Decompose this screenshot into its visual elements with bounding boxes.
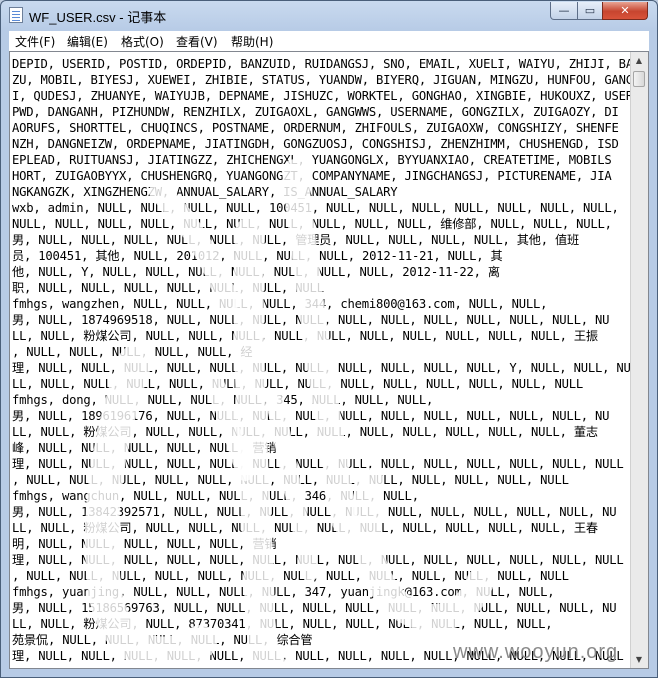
minimize-button[interactable]: — bbox=[550, 2, 578, 20]
window-title: WF_USER.csv - 记事本 bbox=[29, 10, 167, 25]
menu-file[interactable]: 文件(F) bbox=[15, 33, 55, 50]
menu-edit[interactable]: 编辑(E) bbox=[67, 33, 108, 50]
menu-format[interactable]: 格式(O) bbox=[121, 33, 164, 50]
text-editor-area[interactable]: DEPID, USERID, POSTID, ORDEPID, BANZUID,… bbox=[9, 51, 649, 669]
menu-bar: 文件(F) 编辑(E) 格式(O) 查看(V) 帮助(H) bbox=[9, 31, 649, 52]
wooyun-watermark: www.wooyun.org bbox=[453, 641, 619, 663]
menu-help[interactable]: 帮助(H) bbox=[231, 33, 273, 50]
file-content[interactable]: DEPID, USERID, POSTID, ORDEPID, BANZUID,… bbox=[12, 56, 640, 664]
vertical-scrollbar[interactable]: ▲ ▼ bbox=[630, 52, 648, 668]
menu-view[interactable]: 查看(V) bbox=[176, 33, 218, 50]
notepad-app-icon bbox=[9, 7, 23, 23]
notepad-window: WF_USER.csv - 记事本 — ▭ ✕ 文件(F) 编辑(E) 格式(O… bbox=[0, 0, 658, 678]
title-bar[interactable]: WF_USER.csv - 记事本 — ▭ ✕ bbox=[1, 1, 657, 29]
scroll-down-arrow-icon[interactable]: ▼ bbox=[631, 651, 647, 668]
scroll-up-arrow-icon[interactable]: ▲ bbox=[631, 52, 647, 69]
scroll-thumb[interactable] bbox=[633, 71, 645, 87]
maximize-button[interactable]: ▭ bbox=[577, 2, 603, 20]
close-button[interactable]: ✕ bbox=[602, 2, 648, 20]
